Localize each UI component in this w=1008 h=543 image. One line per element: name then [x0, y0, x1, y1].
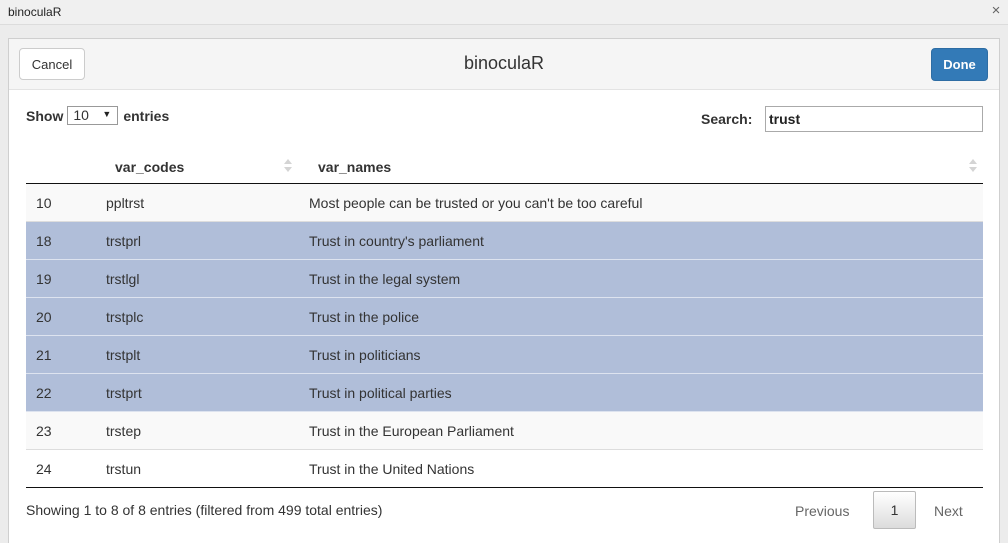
row-number-cell: 23 — [36, 423, 52, 439]
sort-icon — [969, 159, 977, 173]
row-number-cell: 21 — [36, 347, 52, 363]
entries-per-page-select[interactable]: 10 ▼ — [67, 106, 119, 125]
var-name-cell: Trust in political parties — [309, 385, 452, 401]
var-name-cell: Trust in politicians — [309, 347, 421, 363]
table-body: 10 ppltrst Most people can be trusted or y… — [26, 184, 983, 488]
var-name-cell: Trust in the police — [309, 309, 419, 325]
column-header-var-codes[interactable]: var_codes — [98, 148, 301, 183]
var-code-cell: trstep — [106, 423, 142, 439]
row-number-cell: 24 — [36, 461, 52, 477]
previous-page-button[interactable]: Previous — [795, 503, 849, 519]
table-row[interactable]: 24 trstun Trust in the United Nations — [26, 450, 983, 488]
var-name-cell: Trust in the United Nations — [309, 461, 475, 477]
column-header-label: var_codes — [115, 159, 185, 175]
row-number-cell: 22 — [36, 385, 52, 401]
entries-length-control: Show 10 ▼ entries — [26, 106, 169, 125]
var-code-cell: trstprt — [106, 385, 142, 401]
table-row[interactable]: 10 ppltrst Most people can be trusted or y… — [26, 184, 983, 222]
var-code-cell: trstplt — [106, 347, 141, 363]
var-code-cell: trstplc — [106, 309, 144, 325]
table-row[interactable]: 20 trstplc Trust in the police — [26, 298, 983, 336]
gadget-title-bar: Cancel binoculaR Done — [9, 39, 999, 90]
table-row[interactable]: 18 trstprl Trust in country's parliament — [26, 222, 983, 260]
var-name-cell: Most people can be trusted or you can't … — [309, 195, 643, 211]
column-header-row-number[interactable] — [26, 148, 98, 183]
table-header: var_codes var_names — [26, 148, 983, 184]
dropdown-arrow-icon: ▼ — [102, 109, 112, 119]
window-close-icon[interactable]: × — [988, 1, 1004, 21]
entries-label: entries — [123, 107, 170, 124]
var-code-cell: trstlgl — [106, 271, 140, 287]
row-number-cell: 19 — [36, 271, 52, 287]
table-row[interactable]: 23 trstep Trust in the European Parliament — [26, 412, 983, 450]
table-info: Showing 1 to 8 of 8 entries (filtered fr… — [26, 502, 383, 518]
table-row[interactable]: 21 trstplt Trust in politicians — [26, 336, 983, 374]
window-titlebar: binoculaR × — [0, 0, 1008, 25]
table-footer-line — [26, 487, 983, 488]
var-code-cell: trstun — [106, 461, 142, 477]
row-number-cell: 18 — [36, 233, 52, 249]
table-row[interactable]: 19 trstlgl Trust in the legal system — [26, 260, 983, 298]
show-label: Show — [26, 107, 64, 124]
var-code-cell: ppltrst — [106, 195, 145, 211]
var-name-cell: Trust in the legal system — [309, 271, 461, 287]
search-input[interactable] — [765, 106, 983, 132]
row-number-cell: 20 — [36, 309, 52, 325]
table-row[interactable]: 22 trstprt Trust in political parties — [26, 374, 983, 412]
var-code-cell: trstprl — [106, 233, 141, 249]
search-label: Search: — [701, 111, 753, 127]
row-number-cell: 10 — [36, 195, 52, 211]
column-header-var-names[interactable]: var_names — [301, 148, 983, 183]
entries-per-page-value: 10 — [73, 107, 89, 123]
window-title: binoculaR — [8, 5, 62, 19]
column-header-label: var_names — [318, 159, 392, 175]
var-name-cell: Trust in the European Parliament — [309, 423, 514, 439]
next-page-button[interactable]: Next — [934, 503, 963, 519]
page-1-button[interactable]: 1 — [873, 491, 916, 529]
sort-icon — [284, 159, 292, 173]
gadget-title: binoculaR — [463, 53, 545, 73]
var-name-cell: Trust in country's parliament — [309, 233, 484, 249]
gadget-panel: Cancel binoculaR Done Show 10 ▼ entries … — [8, 38, 1000, 543]
done-button[interactable]: Done — [931, 48, 988, 81]
